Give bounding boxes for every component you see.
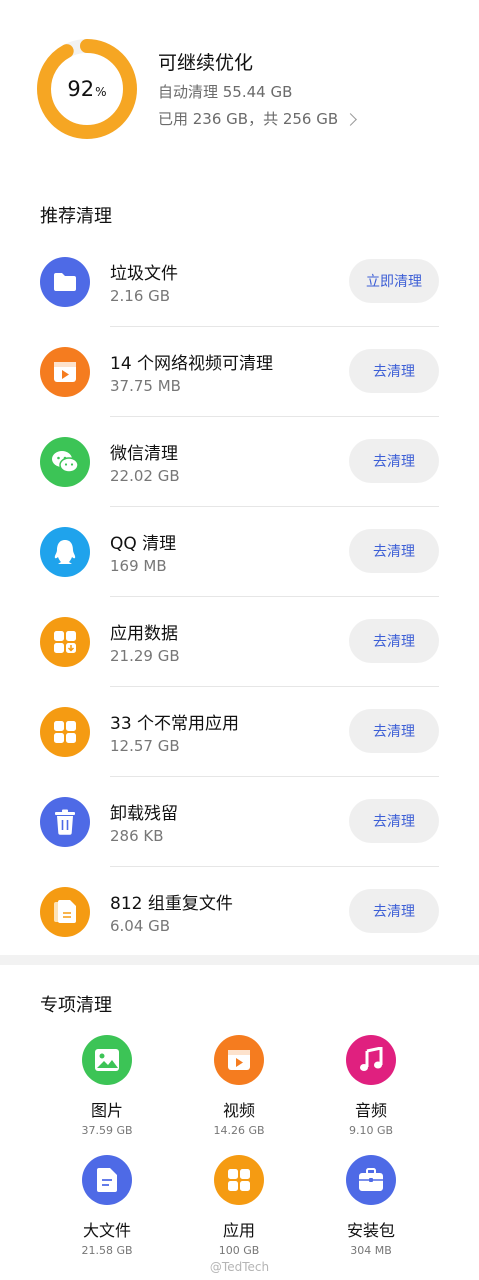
list-item-unused-apps[interactable]: 33 个不常用应用 12.57 GB 去清理 [0, 687, 479, 777]
item-name: 33 个不常用应用 [110, 714, 240, 734]
image-icon [82, 1035, 132, 1085]
special-item-size: 14.26 GB [213, 1124, 265, 1137]
watermark: @TedTech [209, 1260, 270, 1274]
recommended-section-title: 推荐清理 [40, 206, 112, 227]
video-icon [214, 1035, 264, 1085]
item-size: 21.29 GB [110, 647, 180, 665]
apps-icon [214, 1155, 264, 1205]
item-name: 垃圾文件 [110, 264, 178, 284]
special-item-size: 304 MB [350, 1244, 392, 1257]
item-size: 2.16 GB [110, 287, 171, 305]
special-section-title: 专项清理 [40, 995, 112, 1016]
item-name: 微信清理 [110, 444, 178, 464]
special-item-size: 9.10 GB [348, 1124, 394, 1137]
special-item-label: 音频 [354, 1101, 387, 1120]
list-item-duplicate-files[interactable]: 812 组重复文件 6.04 GB 去清理 [0, 867, 479, 957]
apps-icon [40, 707, 90, 757]
special-item-label: 视频 [222, 1101, 255, 1120]
storage-percent-number: 92 [67, 77, 95, 101]
package-icon [346, 1155, 396, 1205]
item-size: 37.75 MB [110, 377, 181, 395]
go-clean-button[interactable]: 去清理 [349, 349, 439, 393]
go-clean-button[interactable]: 去清理 [349, 529, 439, 573]
list-item-uninstall-residue[interactable]: 卸载残留 286 KB 去清理 [0, 777, 479, 867]
go-clean-button[interactable]: 去清理 [349, 799, 439, 843]
list-item-junk-files[interactable]: 垃圾文件 2.16 GB 立即清理 [0, 237, 479, 327]
folder-icon [40, 257, 90, 307]
chevron-right-icon [344, 112, 358, 126]
special-item-images[interactable]: 图片 37.59 GB [52, 1035, 162, 1137]
item-name: 卸载残留 [110, 804, 178, 824]
special-item-audio[interactable]: 音频 9.10 GB [316, 1035, 426, 1137]
special-item-size: 37.59 GB [81, 1124, 133, 1137]
storage-used-text: 已用 236 GB，共 256 GB [158, 110, 339, 128]
list-item-app-data[interactable]: 应用数据 21.29 GB 去清理 [0, 597, 479, 687]
item-size: 169 MB [110, 557, 167, 575]
storage-percent-sign: % [95, 84, 107, 99]
item-size: 22.02 GB [110, 467, 180, 485]
item-size: 12.57 GB [110, 737, 180, 755]
go-clean-button[interactable]: 去清理 [349, 709, 439, 753]
special-item-size: 100 GB [218, 1244, 260, 1257]
special-item-label: 大文件 [82, 1221, 131, 1240]
item-name: QQ 清理 [110, 534, 177, 554]
item-name: 812 组重复文件 [110, 894, 233, 914]
special-item-packages[interactable]: 安装包 304 MB [316, 1155, 426, 1257]
special-item-size: 21.58 GB [81, 1244, 133, 1257]
go-clean-button[interactable]: 去清理 [349, 619, 439, 663]
go-clean-button[interactable]: 去清理 [349, 889, 439, 933]
special-item-label: 安装包 [346, 1221, 395, 1240]
special-item-large-files[interactable]: 大文件 21.58 GB [52, 1155, 162, 1257]
auto-clean-text: 自动清理 55.44 GB [158, 83, 293, 101]
wechat-icon [40, 437, 90, 487]
special-item-apps[interactable]: 应用 100 GB [184, 1155, 294, 1257]
storage-summary[interactable]: 92 % 可继续优化 自动清理 55.44 GB 已用 236 GB，共 256… [0, 0, 479, 170]
item-name: 应用数据 [110, 624, 178, 644]
go-clean-button[interactable]: 去清理 [349, 439, 439, 483]
storage-title: 可继续优化 [158, 52, 254, 74]
special-item-label: 图片 [90, 1101, 123, 1120]
app-data-icon [40, 617, 90, 667]
music-icon [346, 1035, 396, 1085]
list-item-qq[interactable]: QQ 清理 169 MB 去清理 [0, 507, 479, 597]
clean-now-button[interactable]: 立即清理 [349, 259, 439, 303]
special-item-videos[interactable]: 视频 14.26 GB [184, 1035, 294, 1137]
document-icon [82, 1155, 132, 1205]
item-name: 14 个网络视频可清理 [110, 354, 274, 374]
list-item-wechat[interactable]: 微信清理 22.02 GB 去清理 [0, 417, 479, 507]
duplicate-files-icon [40, 887, 90, 937]
special-item-label: 应用 [222, 1221, 255, 1240]
item-size: 286 KB [110, 827, 164, 845]
recommended-list: 垃圾文件 2.16 GB 立即清理 14 个网络视频可清理 37.75 MB 去… [0, 237, 479, 957]
item-size: 6.04 GB [110, 917, 171, 935]
storage-used-link[interactable]: 已用 236 GB，共 256 GB [158, 108, 358, 129]
trash-icon [40, 797, 90, 847]
list-item-online-videos[interactable]: 14 个网络视频可清理 37.75 MB 去清理 [0, 327, 479, 417]
section-separator [0, 955, 479, 965]
qq-icon [40, 527, 90, 577]
storage-percent: 92 % [36, 38, 138, 140]
video-icon [40, 347, 90, 397]
